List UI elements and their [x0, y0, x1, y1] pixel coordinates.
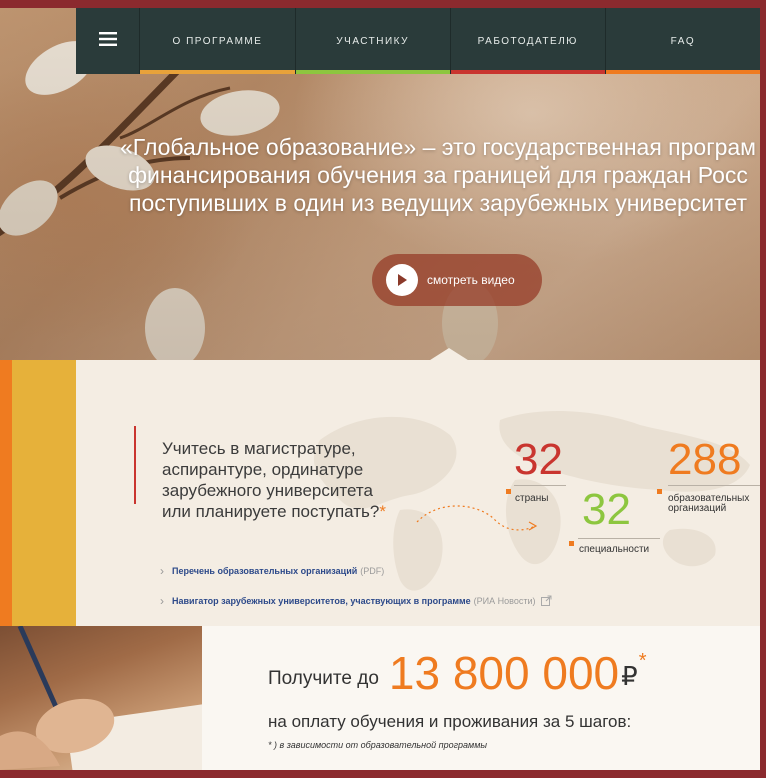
nav-item-label: О ПРОГРАММЕ	[172, 36, 263, 47]
question-accent-rule	[134, 426, 136, 504]
stat-specialties-label: специальности	[579, 544, 650, 555]
stat-marker	[569, 541, 574, 546]
nav-item-label: РАБОТОДАТЕЛЮ	[477, 36, 578, 47]
nav-item-underline	[140, 70, 295, 74]
stat-countries-label: страны	[515, 493, 549, 504]
question-asterisk: *	[379, 502, 386, 521]
nav-item-label: FAQ	[670, 36, 696, 47]
ruble-sign: ₽	[621, 661, 638, 691]
nav-item-underline	[295, 70, 450, 74]
funding-offer-section: Получите до 13 800 000 ₽ * на оплату обу…	[0, 626, 760, 770]
link-row: › Перечень образовательных организаций (…	[160, 564, 384, 578]
link-row: › Навигатор зарубежных университетов, уч…	[160, 594, 552, 608]
offer-prefix: Получите до	[268, 668, 379, 689]
stat-rule	[514, 485, 566, 486]
hamburger-icon[interactable]	[76, 8, 139, 74]
top-navigation: О ПРОГРАММЕ УЧАСТНИКУ РАБОТОДАТЕЛЮ FAQ	[76, 8, 760, 74]
nav-item-about[interactable]: О ПРОГРАММЕ	[139, 8, 295, 74]
decor-stripe-orange	[0, 360, 12, 626]
stat-rule	[668, 485, 760, 486]
watch-video-button[interactable]: смотреть видео	[372, 254, 542, 306]
stat-organizations-value: 288	[668, 435, 742, 484]
program-stats-section: Учитесь в магистратуре, аспирантуре, орд…	[0, 360, 760, 626]
question-line-text: или планируете поступать?	[162, 502, 380, 521]
universities-navigator-link[interactable]: Навигатор зарубежных университетов, учас…	[172, 596, 471, 606]
hero-line: «Глобальное образование» – это государст…	[119, 134, 756, 160]
hero-line: финансирования обучения за границей для …	[128, 162, 748, 188]
page: «Глобальное образование» – это государст…	[0, 8, 760, 770]
nav-item-faq[interactable]: FAQ	[604, 8, 760, 74]
watch-video-label: смотреть видео	[427, 273, 515, 287]
stat-specialties-value: 32	[582, 485, 631, 534]
offer-footnote: * ) в зависимости от образовательной про…	[268, 740, 488, 750]
chevron-right-icon: ›	[160, 564, 164, 578]
offer-subtitle: на оплату обучения и проживания за 5 шаг…	[268, 712, 632, 731]
hero-line: поступивших в один из ведущих зарубежных…	[129, 190, 747, 216]
stat-label-line: организаций	[668, 503, 727, 514]
nav-item-participant[interactable]: УЧАСТНИКУ	[294, 8, 450, 74]
nav-item-employer[interactable]: РАБОТОДАТЕЛЮ	[449, 8, 605, 74]
decor-stripe-yellow	[12, 360, 76, 626]
question-line: Учитесь в магистратуре,	[162, 439, 356, 458]
stat-marker	[657, 489, 662, 494]
stat-marker	[506, 489, 511, 494]
link-format-note: (PDF)	[360, 566, 385, 576]
stat-countries-value: 32	[514, 435, 563, 484]
stat-organizations-label: образовательных организаций	[668, 494, 749, 514]
pen-hand-illustration	[0, 626, 115, 770]
section-notch	[427, 348, 471, 360]
nav-item-underline	[450, 70, 605, 74]
chevron-right-icon: ›	[160, 594, 164, 608]
hero-headline: «Глобальное образование» – это государст…	[108, 133, 760, 217]
offer-amount: 13 800 000	[388, 647, 620, 699]
link-source-note: (РИА Новости)	[473, 596, 536, 606]
offer-headline: Получите до 13 800 000 ₽ *	[268, 650, 646, 696]
nav-item-underline	[605, 70, 760, 74]
stat-rule	[578, 538, 660, 539]
play-icon	[386, 264, 418, 296]
nav-item-label: УЧАСТНИКУ	[336, 36, 409, 47]
organizations-list-link[interactable]: Перечень образовательных организаций	[172, 566, 357, 576]
offer-asterisk: *	[638, 650, 647, 672]
external-link-icon[interactable]	[541, 595, 552, 608]
writing-hand-photo	[0, 626, 202, 770]
